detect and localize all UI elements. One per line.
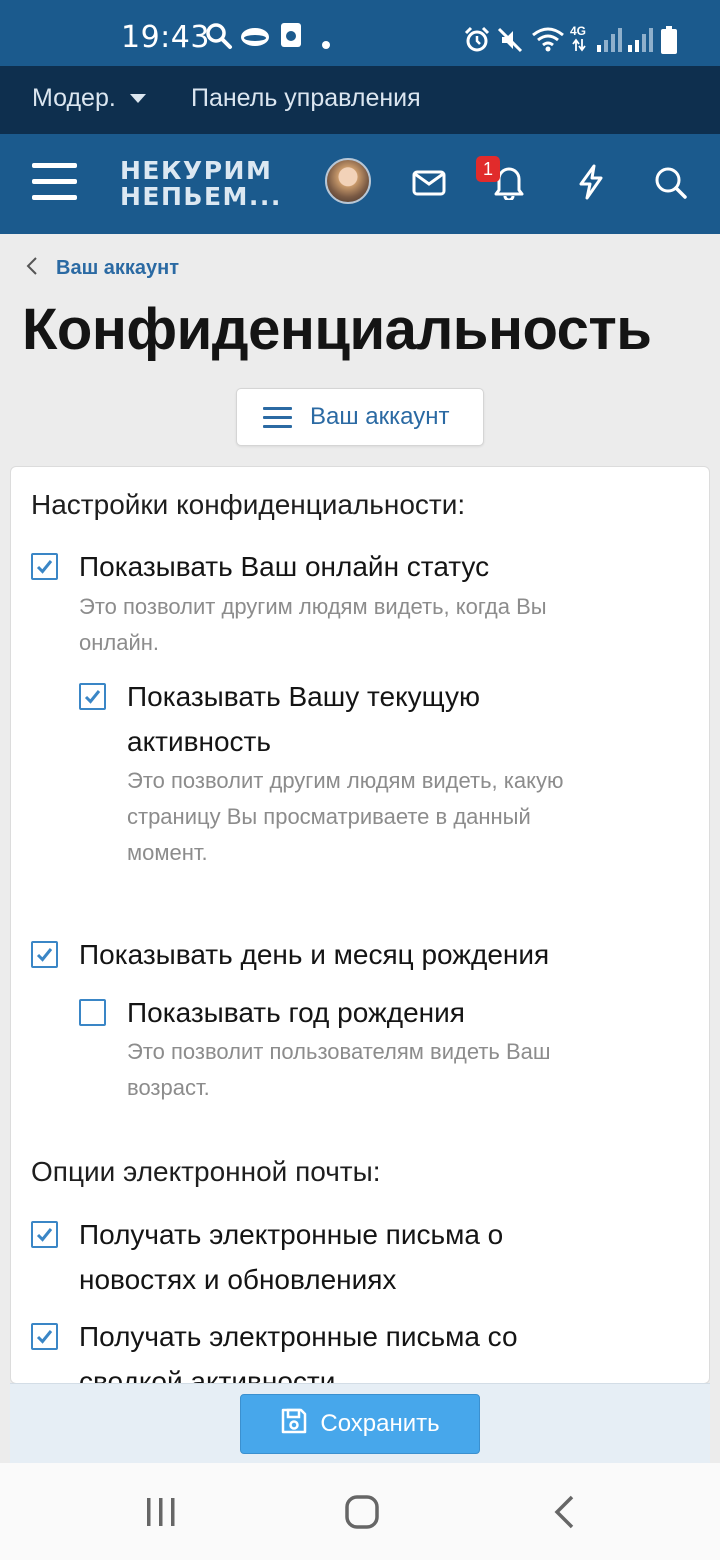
site-header: НЕКУРИМ НЕПЬЕМ... 1: [0, 134, 720, 234]
lightning-icon[interactable]: [577, 164, 605, 205]
online-status-hint: Это позволит другим людям видеть, когда …: [79, 594, 547, 619]
birthday-label[interactable]: Показывать день и месяц рождения: [79, 932, 549, 977]
home-icon[interactable]: [344, 1494, 380, 1535]
form-submit-bar: Сохранить: [10, 1383, 710, 1463]
birth-year-label[interactable]: Показывать год рождения: [127, 990, 465, 1035]
signal-icon: [628, 27, 654, 58]
current-activity-label[interactable]: Показывать Вашу текущую: [127, 674, 480, 719]
breadcrumb-link[interactable]: Ваш аккаунт: [56, 257, 179, 280]
current-activity-hint: момент.: [127, 840, 208, 865]
avatar[interactable]: [325, 158, 371, 204]
online-status-hint: онлайн.: [79, 630, 160, 655]
privacy-form: Настройки конфиденциальности: Показывать…: [10, 466, 710, 1384]
news-email-label[interactable]: Получать электронные письма о: [79, 1212, 503, 1257]
logo-line2: НЕПЬЕМ...: [120, 182, 282, 211]
birth-year-checkbox[interactable]: [79, 999, 106, 1026]
mute-icon: [497, 26, 523, 59]
online-status-label[interactable]: Показывать Ваш онлайн статус: [79, 544, 489, 589]
current-activity-label[interactable]: активность: [127, 719, 271, 764]
alarm-icon: [463, 26, 491, 59]
notification-badge: 1: [476, 156, 500, 182]
caret-down-icon: [129, 94, 146, 103]
news-email-checkbox[interactable]: [31, 1221, 58, 1248]
moderator-label: Модер.: [32, 84, 116, 112]
search-icon: [205, 22, 233, 55]
app-icon: [280, 22, 302, 53]
digest-email-label[interactable]: сводкой активности: [79, 1359, 335, 1383]
digest-email-label[interactable]: Получать электронные письма со: [79, 1314, 518, 1359]
system-nav-bar: [0, 1463, 720, 1560]
back-icon[interactable]: [552, 1494, 576, 1535]
breadcrumb[interactable]: Ваш аккаунт: [26, 256, 179, 281]
current-activity-hint: страницу Вы просматриваете в данный: [127, 804, 531, 829]
cloud-icon: [239, 25, 271, 54]
dot-icon: [322, 36, 330, 54]
network-type: 4G: [570, 24, 587, 38]
account-menu-button[interactable]: Ваш аккаунт: [236, 388, 484, 446]
mail-icon[interactable]: [412, 170, 446, 201]
moderator-bar: Модер. Панель управления: [0, 66, 720, 134]
birthday-checkbox[interactable]: [31, 941, 58, 968]
birth-year-hint: возраст.: [127, 1075, 210, 1100]
account-menu-label: Ваш аккаунт: [310, 403, 450, 430]
chevron-left-icon: [26, 256, 38, 281]
status-time: 19:43: [121, 20, 210, 55]
status-bar: 19:43 4G: [0, 0, 720, 66]
site-logo[interactable]: НЕКУРИМ НЕПЬЕМ...: [120, 158, 282, 210]
online-status-checkbox[interactable]: [31, 553, 58, 580]
current-activity-checkbox[interactable]: [79, 683, 106, 710]
news-email-label[interactable]: новостях и обновлениях: [79, 1257, 396, 1302]
menu-icon[interactable]: [32, 163, 77, 203]
moderator-menu[interactable]: Модер.: [32, 84, 146, 113]
save-button[interactable]: Сохранить: [240, 1394, 480, 1454]
data-arrows-icon: [572, 38, 586, 57]
page-title: Конфиденциальность: [22, 297, 652, 362]
save-icon: [280, 1407, 308, 1442]
wifi-icon: [531, 26, 565, 57]
list-icon: [263, 401, 292, 434]
search-icon[interactable]: [654, 166, 688, 205]
privacy-heading: Настройки конфиденциальности:: [31, 489, 466, 520]
current-activity-hint: Это позволит другим людям видеть, какую: [127, 768, 564, 793]
signal-icon: [597, 27, 623, 58]
email-heading: Опции электронной почты:: [31, 1156, 381, 1187]
save-label: Сохранить: [320, 1410, 440, 1437]
logo-line1: НЕКУРИМ: [120, 156, 273, 185]
control-panel-link[interactable]: Панель управления: [191, 84, 421, 113]
battery-icon: [661, 26, 677, 59]
birth-year-hint: Это позволит пользователям видеть Ваш: [127, 1039, 551, 1064]
recent-apps-icon[interactable]: [145, 1496, 177, 1533]
digest-email-checkbox[interactable]: [31, 1323, 58, 1350]
